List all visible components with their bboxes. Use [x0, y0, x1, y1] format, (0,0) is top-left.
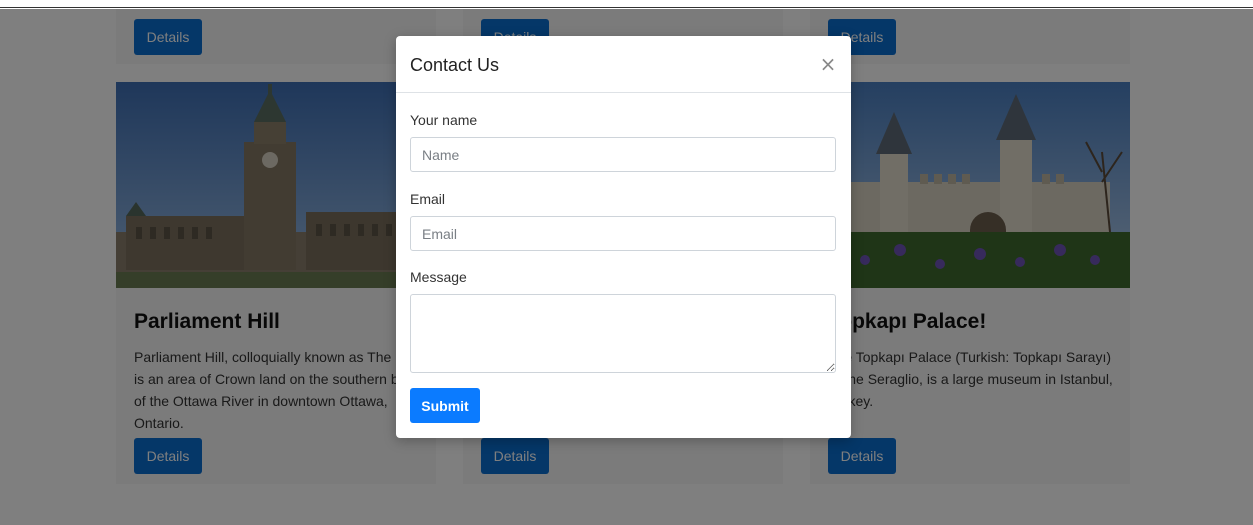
submit-button[interactable]: Submit — [410, 388, 480, 423]
contact-modal: Contact Us × Your name Email Message Sub… — [396, 36, 851, 438]
message-label: Message — [410, 269, 467, 285]
modal-header: Contact Us × — [396, 36, 851, 93]
message-textarea[interactable] — [410, 294, 836, 373]
browser-top-edge — [0, 0, 1253, 8]
close-icon[interactable]: × — [819, 54, 837, 74]
modal-title: Contact Us — [410, 55, 500, 75]
name-input[interactable] — [410, 137, 836, 172]
email-input[interactable] — [410, 216, 836, 251]
email-label: Email — [410, 191, 446, 207]
name-label: Your name — [410, 112, 478, 128]
